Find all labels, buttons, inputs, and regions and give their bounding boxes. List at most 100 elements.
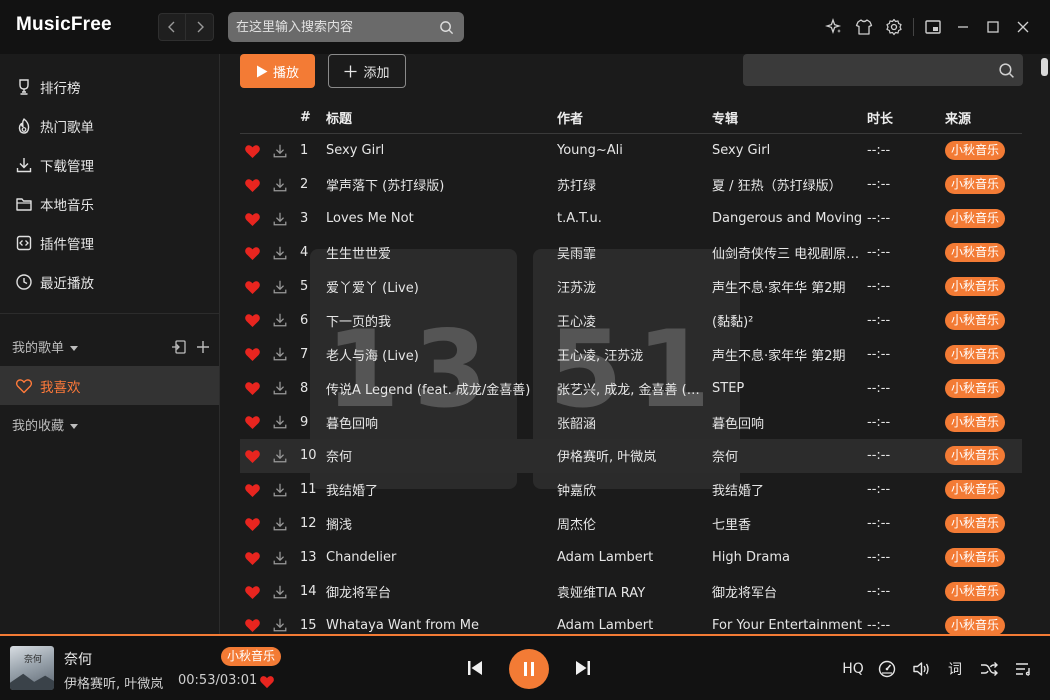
table-row[interactable]: 6 下一页的我 王心凌 (黏黏)² --:-- 小秋音乐: [240, 303, 1022, 337]
song-artist[interactable]: 伊格赛听, 叶微岚: [557, 446, 712, 465]
volume-icon[interactable]: [904, 656, 938, 682]
next-track-icon[interactable]: [573, 658, 593, 678]
song-album[interactable]: Sexy Girl: [712, 143, 867, 158]
add-playlist-icon[interactable]: [195, 339, 211, 355]
play-all-button[interactable]: 播放: [240, 54, 315, 88]
table-row[interactable]: 8 传说A Legend (feat. 成龙/金喜善) 张艺兴, 成龙, 金喜善 (…: [240, 371, 1022, 405]
table-row[interactable]: 14 御龙将军台 袁娅维TIA RAY 御龙将军台 --:-- 小秋音乐: [240, 575, 1022, 609]
table-row[interactable]: 7 老人与海 (Live) 王心凌, 汪苏泷 声生不息·家年华 第2期 --:-- 小秋音…: [240, 337, 1022, 371]
song-artist[interactable]: 张韶涵: [557, 413, 712, 432]
my-collections-toggle[interactable]: 我的收藏: [12, 415, 79, 434]
favorite-heart-icon[interactable]: [259, 674, 275, 689]
heart-icon[interactable]: [240, 211, 264, 227]
table-row[interactable]: 13 Chandelier Adam Lambert High Drama --:-- 小…: [240, 541, 1022, 575]
download-icon[interactable]: [264, 516, 296, 532]
forward-button[interactable]: [186, 13, 214, 41]
settings-gear-icon[interactable]: [879, 13, 909, 41]
pause-button[interactable]: [509, 649, 549, 689]
song-artist[interactable]: 周杰伦: [557, 514, 712, 533]
import-playlist-icon[interactable]: [171, 339, 187, 355]
download-icon[interactable]: [264, 312, 296, 328]
song-artist[interactable]: 王心凌: [557, 311, 712, 330]
search-icon[interactable]: [998, 62, 1015, 79]
my-collections-header[interactable]: 我的收藏: [0, 405, 219, 444]
heart-icon[interactable]: [240, 516, 264, 532]
table-row[interactable]: 3 Loves Me Not t.A.T.u. Dangerous and Movin…: [240, 202, 1022, 236]
song-artist[interactable]: 苏打绿: [557, 175, 712, 194]
mini-mode-icon[interactable]: [918, 13, 948, 41]
song-artist[interactable]: 汪苏泷: [557, 277, 712, 296]
song-album[interactable]: STEP: [712, 381, 867, 396]
sidebar-item-favorites[interactable]: 我喜欢: [0, 366, 219, 405]
song-album[interactable]: For Your Entertainment: [712, 618, 867, 633]
table-row[interactable]: 11 我结婚了 钟嘉欣 我结婚了 --:-- 小秋音乐: [240, 473, 1022, 507]
song-artist[interactable]: 吴雨霏: [557, 243, 712, 262]
sparkle-icon[interactable]: [819, 13, 849, 41]
song-artist[interactable]: 钟嘉欣: [557, 480, 712, 499]
theme-shirt-icon[interactable]: [849, 13, 879, 41]
table-row[interactable]: 15 Whataya Want from Me Adam Lambert For Yo…: [240, 608, 1022, 634]
heart-icon[interactable]: [240, 279, 264, 295]
sidebar-item-downloads[interactable]: 下载管理: [0, 145, 219, 184]
search-icon[interactable]: [439, 20, 454, 35]
download-icon[interactable]: [264, 550, 296, 566]
song-album[interactable]: 我结婚了: [712, 480, 867, 499]
scrollbar-thumb[interactable]: [1041, 58, 1048, 76]
song-album[interactable]: 声生不息·家年华 第2期: [712, 277, 867, 296]
song-artist[interactable]: Adam Lambert: [557, 550, 712, 565]
maximize-icon[interactable]: [978, 13, 1008, 41]
song-artist[interactable]: t.A.T.u.: [557, 211, 712, 226]
table-row[interactable]: 12 搁浅 周杰伦 七里香 --:-- 小秋音乐: [240, 507, 1022, 541]
table-row[interactable]: 5 爱丫爱丫 (Live) 汪苏泷 声生不息·家年华 第2期 --:-- 小秋音乐: [240, 270, 1022, 304]
song-album[interactable]: 夏 / 狂热（苏打绿版）: [712, 175, 867, 194]
song-album[interactable]: 仙剑奇侠传三 电视剧原声带: [712, 243, 867, 262]
heart-icon[interactable]: [240, 245, 264, 261]
song-album[interactable]: 暮色回响: [712, 413, 867, 432]
song-album[interactable]: (黏黏)²: [712, 311, 867, 330]
download-icon[interactable]: [264, 177, 296, 193]
heart-icon[interactable]: [240, 380, 264, 396]
heart-icon[interactable]: [240, 550, 264, 566]
song-artist[interactable]: 袁娅维TIA RAY: [557, 582, 712, 601]
song-album[interactable]: Dangerous and Moving: [712, 211, 867, 226]
sidebar-item-local-music[interactable]: 本地音乐: [0, 184, 219, 223]
download-icon[interactable]: [264, 584, 296, 600]
song-artist[interactable]: 张艺兴, 成龙, 金喜善 (召唤): [557, 379, 712, 398]
heart-icon[interactable]: [240, 312, 264, 328]
table-row[interactable]: 2 掌声落下 (苏打绿版) 苏打绿夏 / 狂热（苏打绿版） --:-- 小秋音乐: [240, 168, 1022, 202]
download-icon[interactable]: [264, 482, 296, 498]
heart-icon[interactable]: [240, 617, 264, 633]
download-icon[interactable]: [264, 380, 296, 396]
table-row[interactable]: 9 暮色回响 张韶涵 暮色回响 --:-- 小秋音乐: [240, 405, 1022, 439]
my-playlists-header[interactable]: 我的歌单: [0, 327, 219, 366]
song-album[interactable]: 奈何: [712, 446, 867, 465]
previous-track-icon[interactable]: [465, 658, 485, 678]
song-album[interactable]: 七里香: [712, 514, 867, 533]
song-artist[interactable]: Young~Ali: [557, 143, 712, 158]
download-icon[interactable]: [264, 279, 296, 295]
song-artist[interactable]: 王心凌, 汪苏泷: [557, 345, 712, 364]
download-icon[interactable]: [264, 617, 296, 633]
playlist-queue-icon[interactable]: [1006, 656, 1040, 682]
heart-icon[interactable]: [240, 177, 264, 193]
heart-icon[interactable]: [240, 414, 264, 430]
list-search-input[interactable]: [743, 54, 1023, 86]
sidebar-item-plugins[interactable]: 插件管理: [0, 223, 219, 262]
speed-gauge-icon[interactable]: [870, 656, 904, 682]
download-icon[interactable]: [264, 414, 296, 430]
song-album[interactable]: High Drama: [712, 550, 867, 565]
minimize-icon[interactable]: [948, 13, 978, 41]
album-cover[interactable]: 奈何: [10, 646, 54, 690]
quality-button[interactable]: HQ: [836, 656, 870, 682]
download-icon[interactable]: [264, 245, 296, 261]
heart-icon[interactable]: [240, 346, 264, 362]
back-button[interactable]: [158, 13, 186, 41]
song-artist[interactable]: Adam Lambert: [557, 618, 712, 633]
download-icon[interactable]: [264, 143, 296, 159]
download-icon[interactable]: [264, 211, 296, 227]
sidebar-item-recent[interactable]: 最近播放: [0, 262, 219, 301]
add-button[interactable]: 添加: [328, 54, 406, 88]
table-row[interactable]: 1 Sexy Girl Young~Ali Sexy Girl --:-- 小秋音乐: [240, 134, 1022, 168]
sidebar-item-charts[interactable]: 排行榜: [0, 67, 219, 106]
song-album[interactable]: 声生不息·家年华 第2期: [712, 345, 867, 364]
